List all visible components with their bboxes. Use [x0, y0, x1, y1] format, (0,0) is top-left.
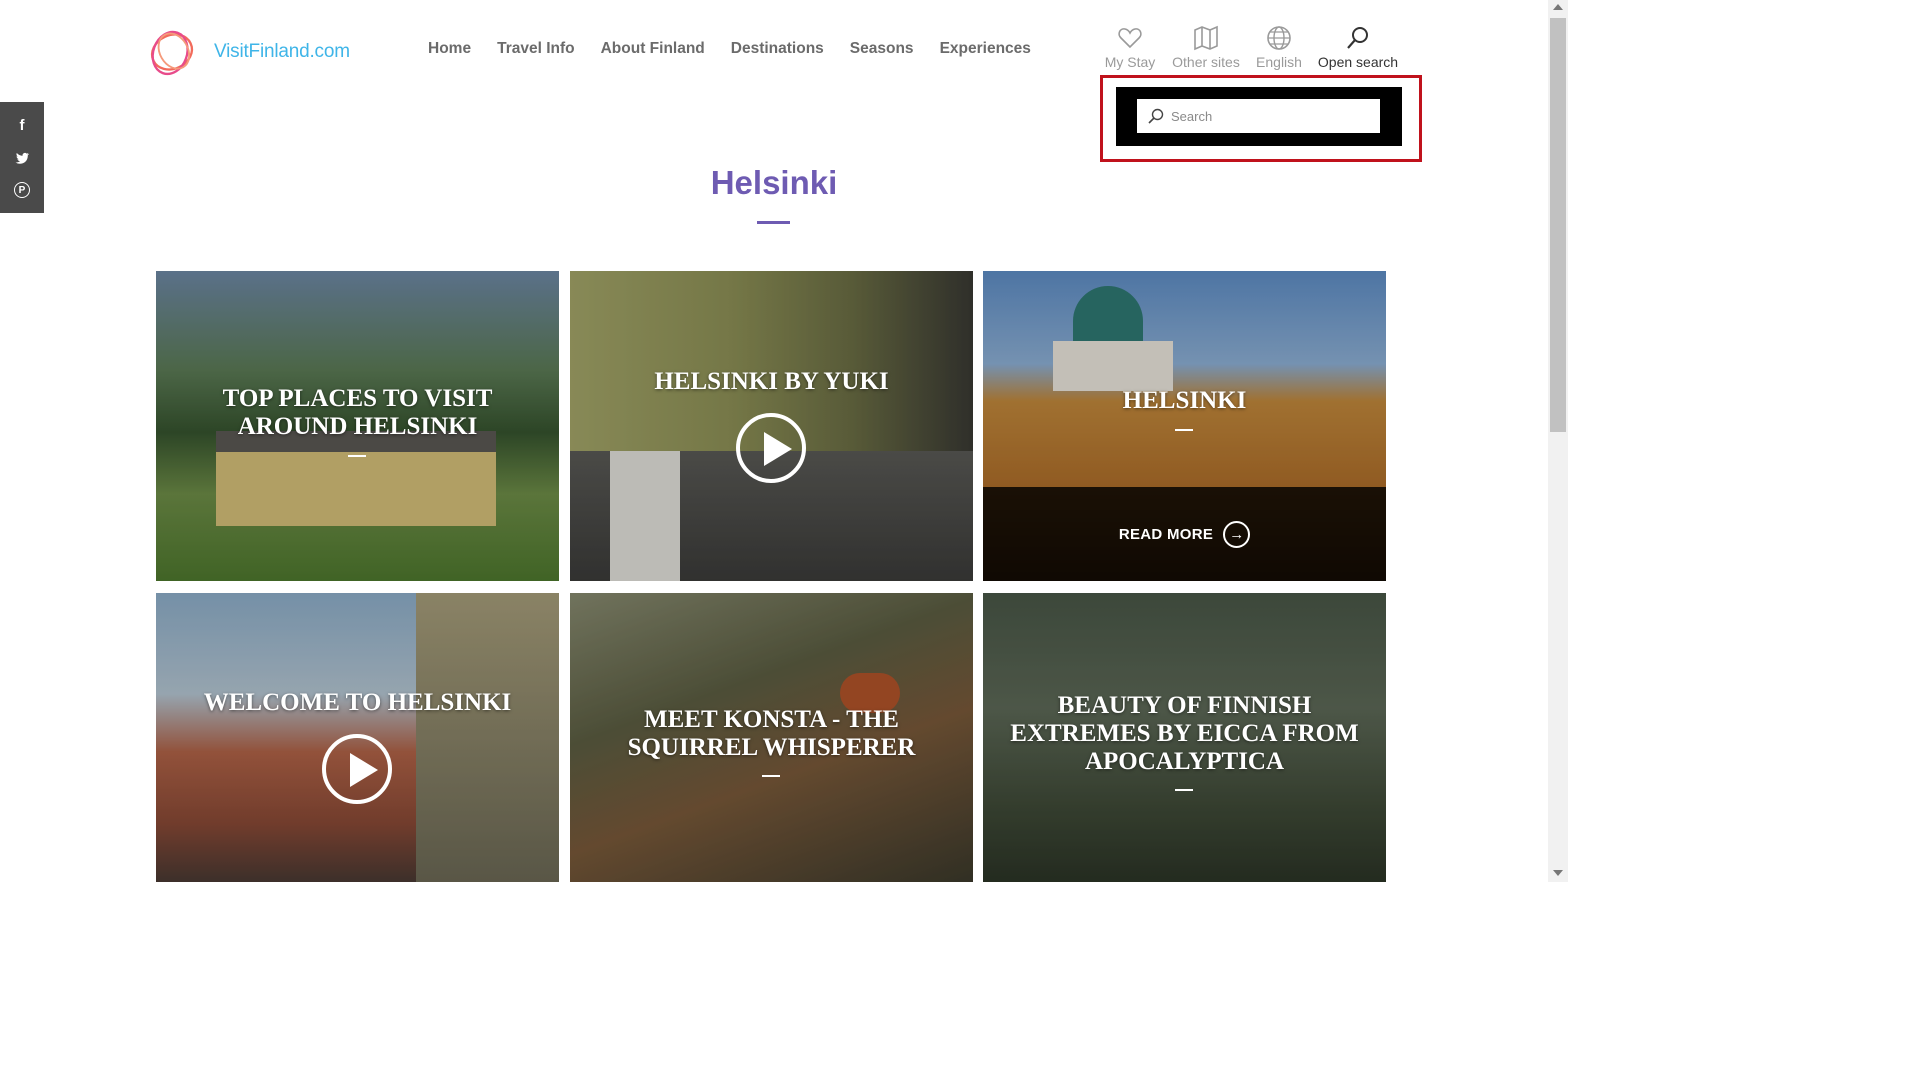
heart-icon [1118, 28, 1142, 49]
language-button[interactable]: English [1252, 24, 1306, 70]
card-helsinki[interactable]: Helsinki READ MORE → [983, 271, 1386, 581]
arrow-right-icon: → [1223, 520, 1251, 548]
card-dash [762, 775, 780, 777]
map-icon [1194, 25, 1218, 51]
card-beauty-of-finnish-extremes[interactable]: Beauty of Finnish extremes by Eicca from… [983, 593, 1386, 882]
card-title: Helsinki by Yuki [654, 368, 889, 395]
nav-about-finland[interactable]: About Finland [601, 40, 705, 58]
logo-text: VisitFinland.com [214, 41, 350, 62]
play-video-button[interactable] [322, 734, 392, 804]
card-title: Beauty of Finnish extremes by Eicca from… [1010, 692, 1359, 775]
search-box[interactable] [1137, 99, 1380, 133]
card-dash [1175, 429, 1193, 431]
search-icon [1148, 108, 1164, 124]
open-search-label: Open search [1317, 54, 1399, 70]
card-top-places[interactable]: Top places to visit around Helsinki [156, 271, 559, 581]
nav-seasons[interactable]: Seasons [850, 40, 914, 58]
globe-icon [1267, 26, 1291, 50]
read-more-label: READ MORE [1118, 525, 1214, 543]
main-nav: Home Travel Info About Finland Destinati… [415, 40, 1044, 58]
card-dash [348, 455, 366, 457]
facebook-icon[interactable]: f [13, 117, 31, 135]
card-title: Welcome to Helsinki [203, 689, 512, 716]
open-search-button[interactable]: Open search [1316, 24, 1400, 70]
card-meet-konsta[interactable]: Meet Konsta - the squirrel whisperer [570, 593, 973, 882]
my-stay-button[interactable]: My Stay [1100, 24, 1160, 70]
other-sites-label: Other sites [1172, 54, 1240, 70]
search-icon [1347, 27, 1368, 49]
scroll-down-arrow-icon[interactable] [1553, 870, 1563, 876]
card-title: Meet Konsta - the squirrel whisperer [627, 706, 916, 761]
scroll-up-arrow-icon[interactable] [1553, 4, 1563, 10]
card-title: Top places to visit around Helsinki [222, 385, 493, 440]
page-title: Helsinki [710, 164, 838, 201]
nav-home[interactable]: Home [428, 40, 471, 58]
card-helsinki-by-yuki[interactable]: Helsinki by Yuki [570, 271, 973, 581]
language-label: English [1256, 54, 1302, 70]
card-welcome-to-helsinki[interactable]: Welcome to Helsinki [156, 593, 559, 882]
card-dash [1175, 789, 1193, 791]
title-underline [757, 221, 790, 224]
read-more-link[interactable]: READ MORE → [983, 487, 1386, 581]
scrollbar-thumb[interactable] [1550, 18, 1566, 432]
card-title: Helsinki [1122, 387, 1247, 414]
nav-travel-info[interactable]: Travel Info [497, 40, 575, 58]
logo-mark-icon [150, 30, 194, 76]
play-video-button[interactable] [736, 413, 806, 483]
other-sites-button[interactable]: Other sites [1170, 24, 1242, 70]
my-stay-label: My Stay [1104, 54, 1156, 70]
site-logo[interactable]: VisitFinland.com [144, 22, 364, 82]
nav-destinations[interactable]: Destinations [731, 40, 824, 58]
search-input[interactable] [1171, 108, 1371, 124]
search-panel [1116, 87, 1402, 146]
nav-experiences[interactable]: Experiences [940, 40, 1031, 58]
utility-nav: My Stay Other sites English Open search [1100, 24, 1410, 70]
page-scrollbar[interactable] [1548, 0, 1568, 882]
